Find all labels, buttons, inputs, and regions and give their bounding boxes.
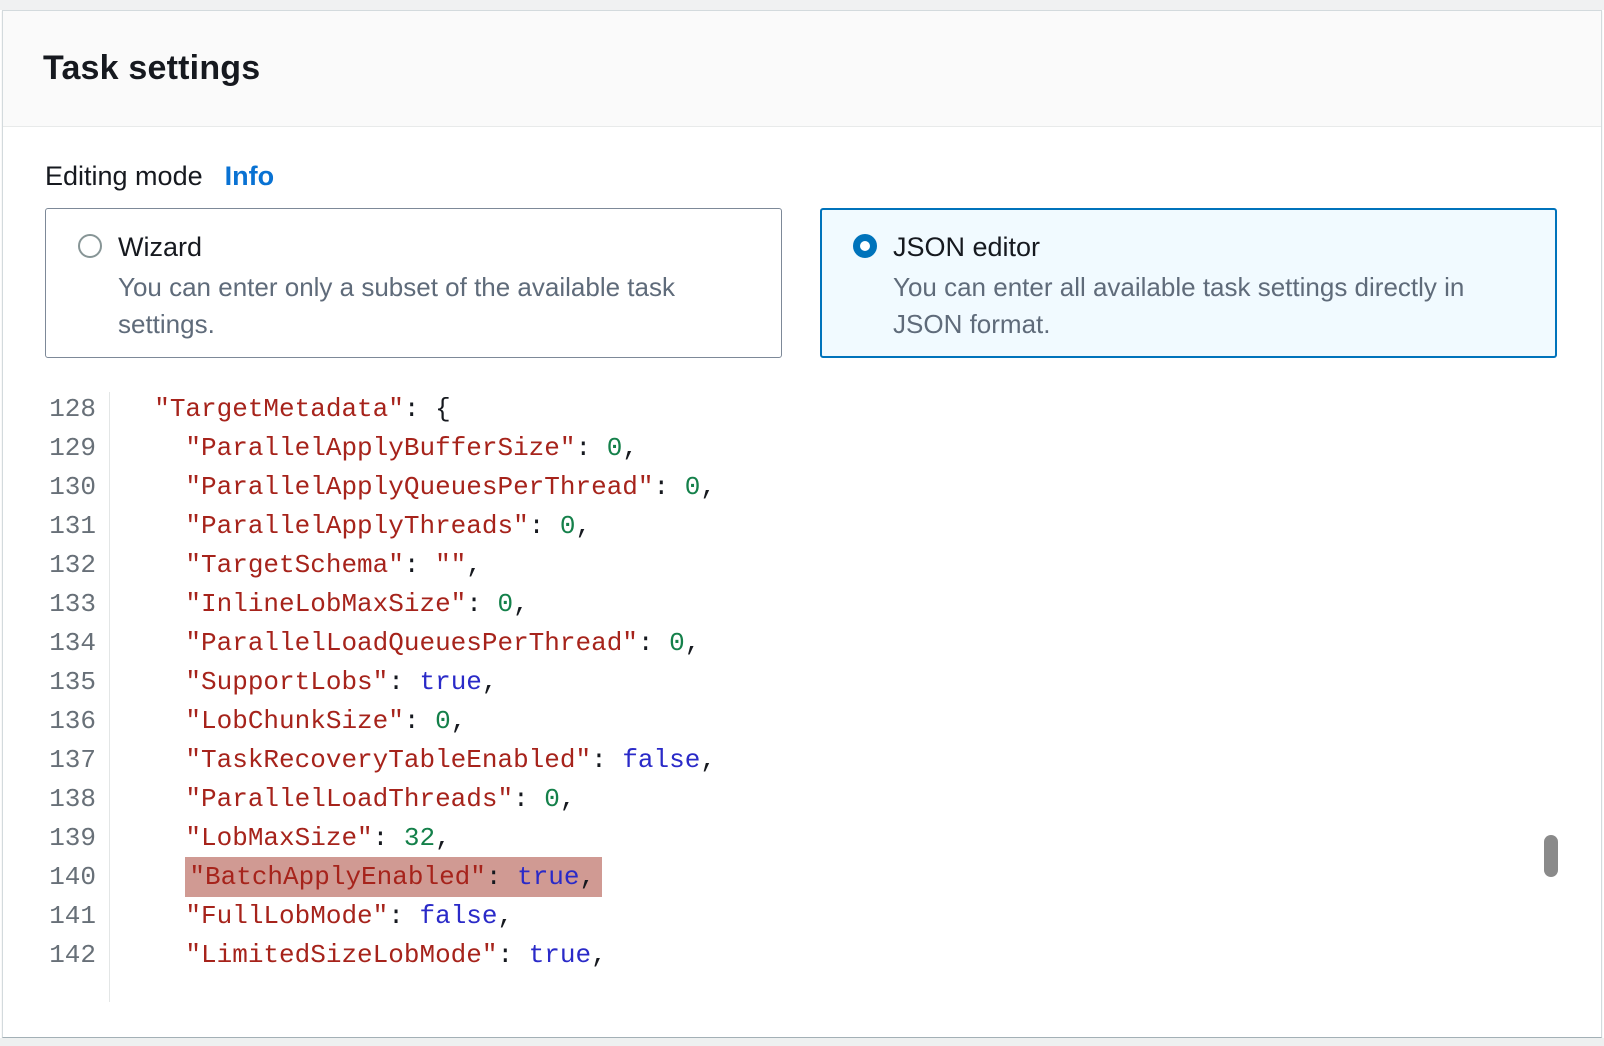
page-title: Task settings: [43, 49, 260, 88]
code-line[interactable]: 137 "TaskRecoveryTableEnabled": false,: [45, 741, 1557, 780]
code-line[interactable]: 136 "LobChunkSize": 0,: [45, 702, 1557, 741]
code-line[interactable]: 130 "ParallelApplyQueuesPerThread": 0,: [45, 468, 1557, 507]
page-bottom-strip: [0, 1038, 1604, 1046]
line-number: 131: [45, 507, 109, 546]
code-text: "TaskRecoveryTableEnabled": false,: [109, 741, 716, 780]
line-number: 132: [45, 546, 109, 585]
code-text: "ParallelLoadThreads": 0,: [109, 780, 576, 819]
line-number: 138: [45, 780, 109, 819]
line-number: 139: [45, 819, 109, 858]
line-number: 142: [45, 936, 109, 975]
editing-mode-tiles: Wizard You can enter only a subset of th…: [45, 208, 1557, 358]
code-line[interactable]: 139 "LobMaxSize": 32,: [45, 819, 1557, 858]
page-top-strip: [0, 0, 1604, 10]
panel-content: Editing mode Info Wizard You can enter o…: [3, 127, 1601, 975]
code-text: "ParallelApplyBufferSize": 0,: [109, 429, 638, 468]
code-line[interactable]: 129 "ParallelApplyBufferSize": 0,: [45, 429, 1557, 468]
line-number: 129: [45, 429, 109, 468]
code-text: "ParallelLoadQueuesPerThread": 0,: [109, 624, 700, 663]
code-line[interactable]: 128 "TargetMetadata": {: [45, 390, 1557, 429]
tile-text: Wizard You can enter only a subset of th…: [118, 230, 753, 357]
code-line[interactable]: 134 "ParallelLoadQueuesPerThread": 0,: [45, 624, 1557, 663]
code-text: "InlineLobMaxSize": 0,: [109, 585, 529, 624]
code-text: "BatchApplyEnabled": true,: [109, 858, 602, 897]
task-settings-panel: Task settings Editing mode Info Wizard Y…: [2, 10, 1602, 1038]
code-line[interactable]: 140 "BatchApplyEnabled": true,: [45, 858, 1557, 897]
line-number: 134: [45, 624, 109, 663]
line-number: 141: [45, 897, 109, 936]
line-number: 135: [45, 663, 109, 702]
code-line[interactable]: 132 "TargetSchema": "",: [45, 546, 1557, 585]
tile-title: Wizard: [118, 230, 753, 264]
line-number: 130: [45, 468, 109, 507]
wizard-radio-button[interactable]: [78, 234, 102, 258]
code-text: "SupportLobs": true,: [109, 663, 498, 702]
line-number: 133: [45, 585, 109, 624]
code-line[interactable]: 142 "LimitedSizeLobMode": true,: [45, 936, 1557, 975]
line-number: 137: [45, 741, 109, 780]
code-text: "TargetSchema": "",: [109, 546, 482, 585]
tile-wizard[interactable]: Wizard You can enter only a subset of th…: [45, 208, 782, 358]
code-text: "ParallelApplyQueuesPerThread": 0,: [109, 468, 716, 507]
code-line[interactable]: 133 "InlineLobMaxSize": 0,: [45, 585, 1557, 624]
tile-text: JSON editor You can enter all available …: [893, 230, 1528, 356]
code-text: "FullLobMode": false,: [109, 897, 513, 936]
tile-json-editor[interactable]: JSON editor You can enter all available …: [820, 208, 1557, 358]
editing-mode-row: Editing mode Info: [45, 161, 1557, 192]
gutter-separator: [109, 392, 110, 1002]
code-text: "TargetMetadata": {: [109, 390, 451, 429]
tile-description: You can enter only a subset of the avail…: [118, 269, 753, 343]
code-line[interactable]: 131 "ParallelApplyThreads": 0,: [45, 507, 1557, 546]
line-number: 140: [45, 858, 109, 897]
page-scrollbar-thumb[interactable]: [1544, 835, 1558, 877]
code-text: "ParallelApplyThreads": 0,: [109, 507, 591, 546]
line-number: 128: [45, 390, 109, 429]
code-text: "LimitedSizeLobMode": true,: [109, 936, 607, 975]
tile-title: JSON editor: [893, 230, 1528, 264]
tile-description: You can enter all available task setting…: [893, 269, 1528, 343]
code-text: "LobChunkSize": 0,: [109, 702, 466, 741]
info-link[interactable]: Info: [225, 161, 274, 192]
code-line[interactable]: 141 "FullLobMode": false,: [45, 897, 1557, 936]
json-editor-radio-button[interactable]: [853, 234, 877, 258]
editing-mode-label: Editing mode: [45, 161, 203, 192]
line-number: 136: [45, 702, 109, 741]
code-line[interactable]: 135 "SupportLobs": true,: [45, 663, 1557, 702]
code-line[interactable]: 138 "ParallelLoadThreads": 0,: [45, 780, 1557, 819]
code-text: "LobMaxSize": 32,: [109, 819, 451, 858]
json-code-editor[interactable]: 128 "TargetMetadata": {129 "ParallelAppl…: [45, 390, 1557, 975]
panel-header: Task settings: [3, 11, 1601, 127]
